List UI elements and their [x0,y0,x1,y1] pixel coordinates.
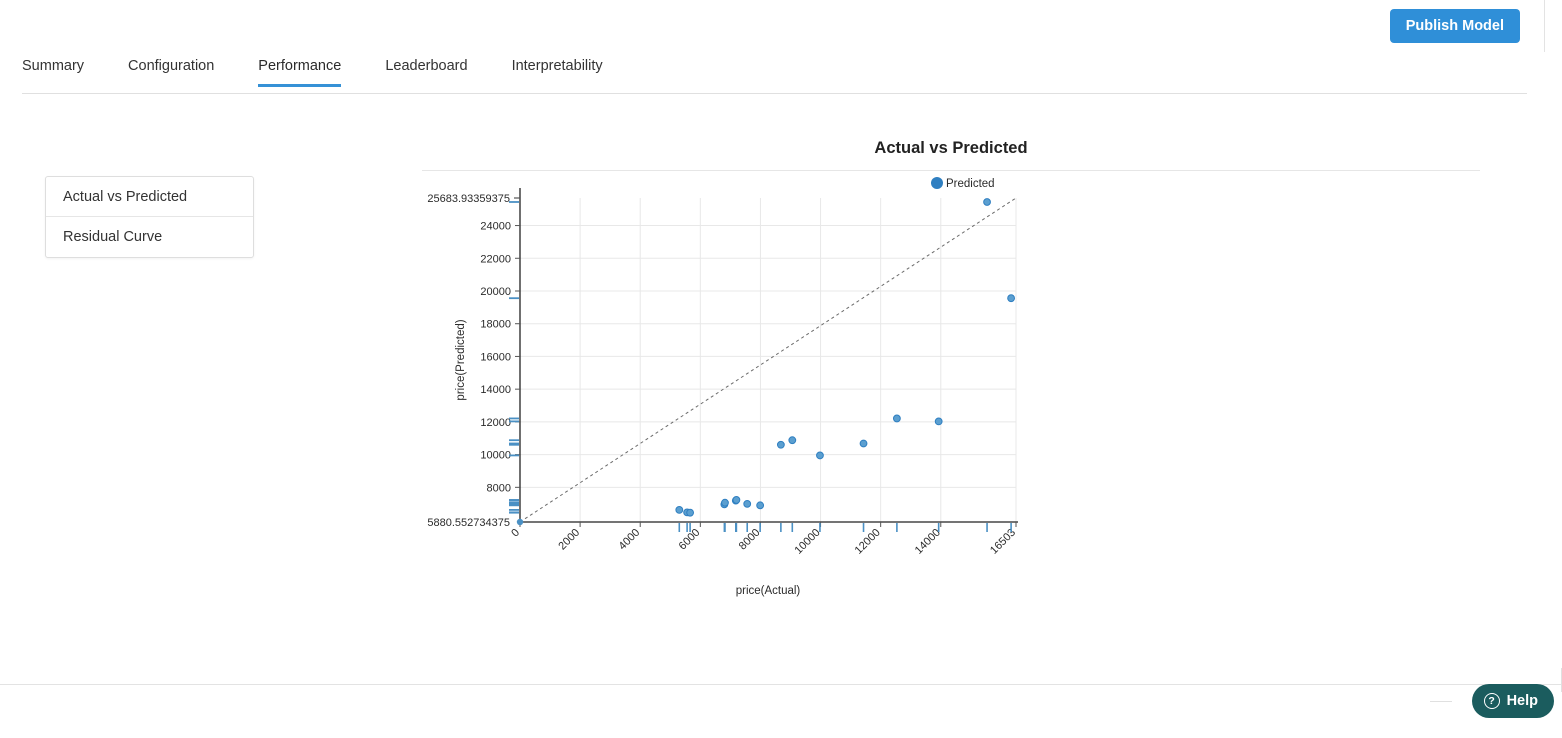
tab-bar: Summary Configuration Performance Leader… [22,58,1527,94]
y-tick-label: 24000 [480,221,511,233]
x-tick-label: 4000 [617,527,643,553]
tab-leaderboard[interactable]: Leaderboard [385,58,467,86]
data-point[interactable] [686,508,695,517]
chart-list-item-residual-curve[interactable]: Residual Curve [46,217,253,257]
legend-label: Predicted [946,178,995,190]
y-axis-max-label: 25683.93359375 [427,193,510,205]
data-point[interactable] [788,436,797,445]
question-circle-icon: ? [1483,693,1500,709]
data-point[interactable] [816,451,824,460]
data-point[interactable] [892,414,901,423]
chart-list-item-actual-vs-predicted[interactable]: Actual vs Predicted [46,177,253,217]
data-point[interactable] [983,198,991,206]
chart-title: Actual vs Predicted [874,139,1028,157]
chart-selector-list: Actual vs Predicted Residual Curve [45,176,254,258]
top-bar-divider [1544,0,1545,52]
footer-divider [0,684,1562,685]
help-frame-horizontal [1430,701,1452,702]
data-point[interactable] [675,506,684,514]
x-tick-label: 0 [509,527,522,540]
data-point[interactable] [721,498,729,507]
y-tick-label: 22000 [480,253,511,265]
help-label: Help [1506,693,1538,709]
x-axis-title: price(Actual) [736,585,801,597]
app-page: Publish Model Summary Configuration Perf… [0,0,1562,738]
data-point[interactable] [732,496,741,504]
data-point[interactable] [934,417,943,426]
x-tick-label: 2000 [556,527,582,553]
reference-diagonal-line [519,197,1017,523]
data-point[interactable] [776,440,785,449]
publish-model-button[interactable]: Publish Model [1389,9,1520,43]
top-bar: Publish Model [0,0,1562,52]
y-tick-label: 16000 [480,351,511,363]
chart-panel: Actual vs Predicted 8000 10000 12000 14000 1… [422,130,1482,610]
x-tick-label: 10000 [793,527,823,557]
x-tick-label: 8000 [737,527,763,553]
y-tick-label: 12000 [480,417,511,429]
y-tick-label: 10000 [480,450,511,462]
scatter-plot: 8000 10000 12000 14000 16000 18000 20000 22000 2… [422,174,1480,614]
tab-performance[interactable]: Performance [258,58,342,87]
tab-interpretability[interactable]: Interpretability [512,58,603,86]
x-tick-label: 16503 [988,527,1018,557]
y-tick-label: 14000 [480,384,511,396]
chart-title-divider [422,170,1480,171]
data-point[interactable] [756,501,765,510]
data-point[interactable] [859,439,868,448]
y-tick-label: 18000 [480,319,511,331]
origin-marker [516,518,524,526]
help-button[interactable]: ? Help [1471,684,1554,718]
y-axis-title: price(Predicted) [455,319,467,400]
tab-summary[interactable]: Summary [22,58,84,86]
legend-marker-icon [931,177,943,189]
y-tick-label: 20000 [480,286,511,298]
data-point[interactable] [743,499,752,508]
y-axis-min-label: 5880.552734375 [427,517,510,529]
scatter-plot-svg: 8000100001200014000160001800020000220002… [427,177,1018,597]
x-tick-label: 12000 [853,527,883,557]
y-tick-label: 8000 [487,482,511,494]
data-point[interactable] [1007,294,1016,303]
tab-configuration[interactable]: Configuration [128,58,214,86]
